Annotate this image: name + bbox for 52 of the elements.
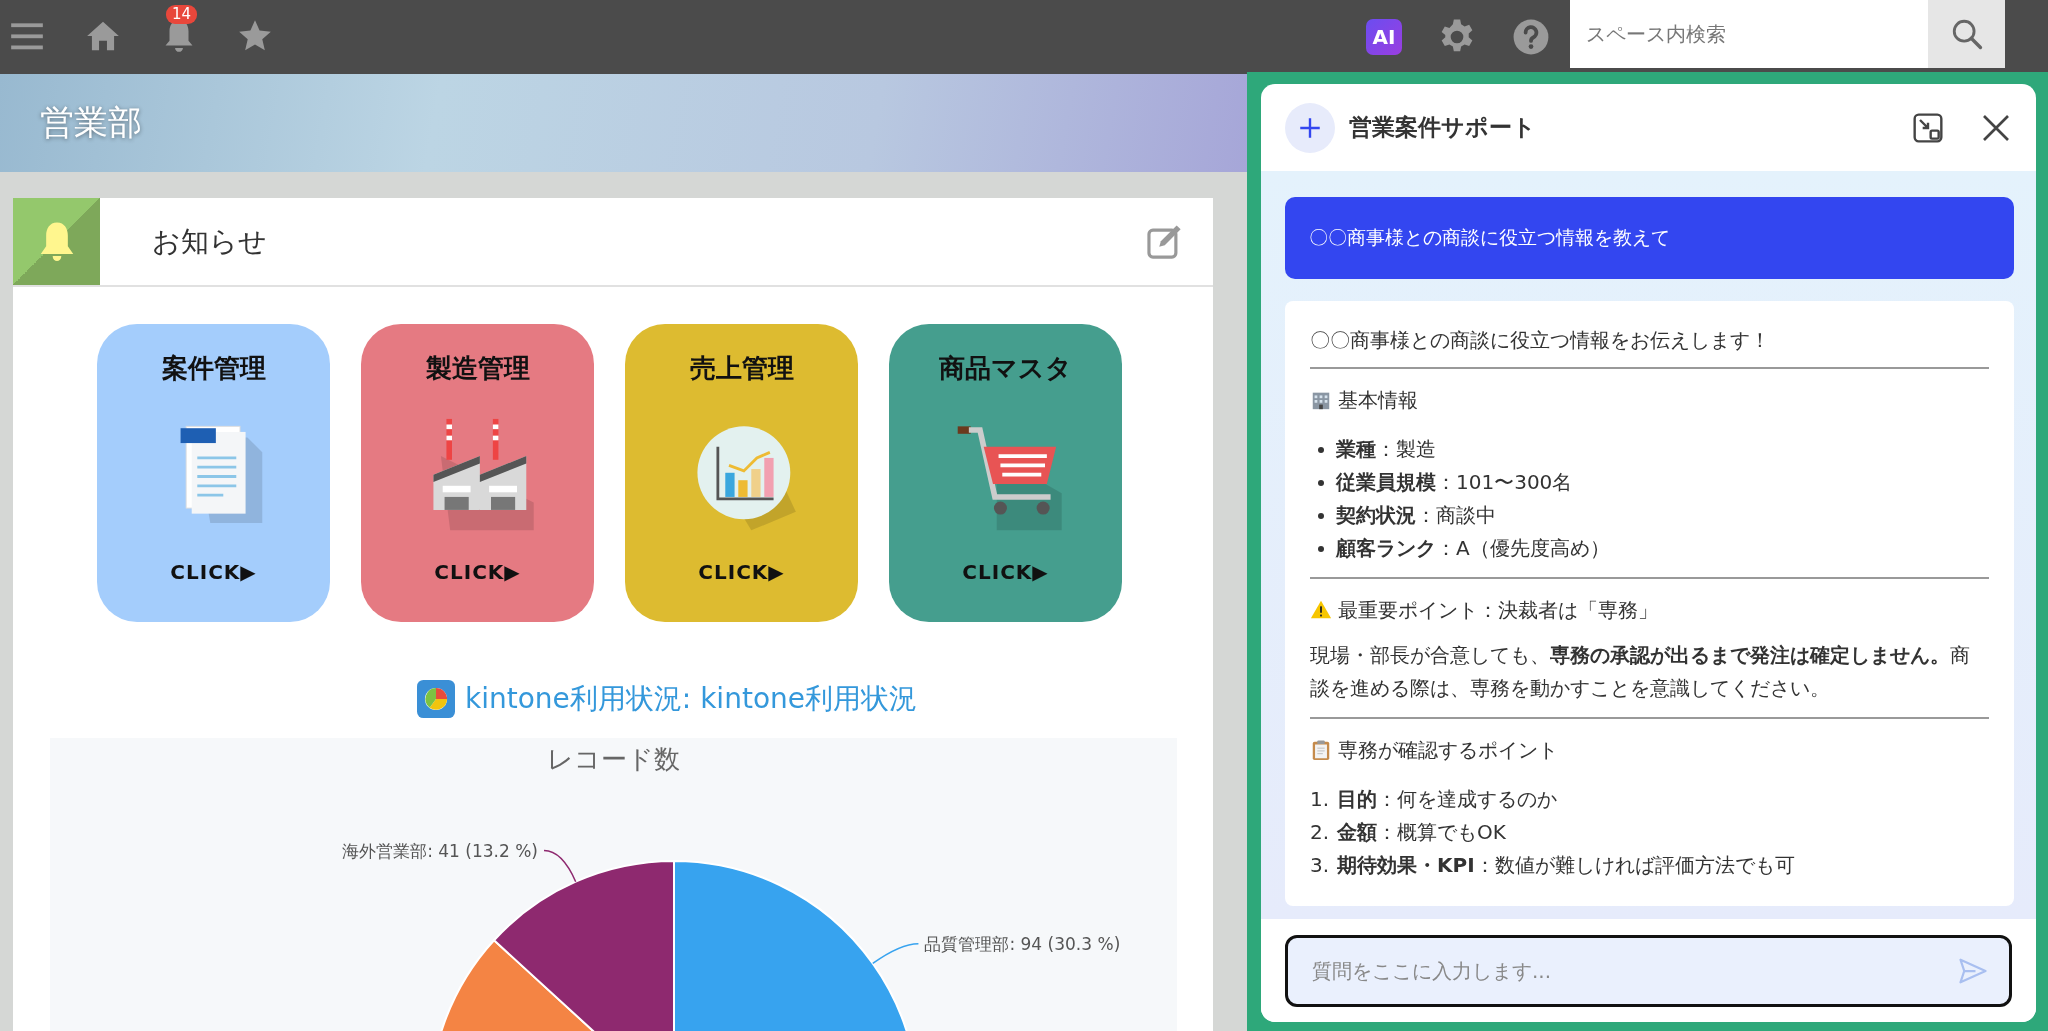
list-number: 3. [1310,852,1330,879]
tile-action: CLICK▶ [170,560,257,584]
question-field[interactable]: 質問をここに入力します... [1285,934,2012,1007]
panel-title: 営業案件サポート [1349,113,1537,142]
data-label: 品質管理部: 94 (30.3 %) [924,933,1121,954]
data-label: 海外営業部: 41 (13.2 %) [342,840,538,861]
tile-title: 商品マスタ [939,352,1072,385]
list-number: 2. [1310,819,1330,846]
tile-title: 売上管理 [689,352,794,385]
tile-action: CLICK▶ [962,560,1049,584]
user-message: 〇〇商事様との商談に役立つ情報を教えて [1285,197,2014,279]
leader-line [543,849,577,883]
search-field[interactable]: スペース内検索 [1570,0,1928,68]
section-heading: 専務が確認するポイント [1338,737,1558,764]
notice-title: お知らせ [152,223,268,260]
list-item-text: 従業員規模：101〜300名 [1336,469,1573,496]
ai-button[interactable]: AI [1366,19,1402,55]
section-heading: 基本情報 [1338,387,1418,414]
list-item-text: 顧客ランク：A（優先度高め） [1336,535,1610,562]
list-number: 1. [1310,786,1330,813]
tile-title: 製造管理 [425,352,530,385]
tile-action: CLICK▶ [698,560,785,584]
message-paragraph: 現場・部長が合意しても、専務の承認が出るまで発注は確定しません。商談を進める際は、専務を動かすことを意識してください。 [1310,642,1971,702]
list-item-text: 業種：製造 [1336,436,1436,463]
app-tile[interactable]: 商品マスタ CLICK▶ [889,324,1122,622]
bullet-icon [1318,446,1324,453]
bullet-icon [1318,479,1324,486]
section-heading: 最重要ポイント：決裁者は「専務」 [1338,597,1658,624]
bullet-icon [1318,545,1324,552]
new-chat-button[interactable] [1285,102,1335,153]
search-button[interactable] [1928,0,2005,68]
list-item-text: 期待効果・KPI：数値が難しければ評価方法でも可 [1337,852,1795,879]
space-title: 営業部 [39,101,142,144]
pie-chart-icon [417,680,455,718]
bullet-icon [1318,512,1324,519]
app-tile[interactable]: 売上管理 CLICK▶ [625,324,858,622]
warning-icon [1310,599,1332,621]
notification-badge: 14 [166,5,198,24]
app-tile[interactable]: 製造管理 CLICK▶ [361,324,594,622]
message-text: 〇〇商事様との商談に役立つ情報をお伝えします！ [1310,327,1771,354]
chart-title: レコード数 [546,744,680,774]
help-icon[interactable] [1512,18,1550,56]
list-item-text: 金額：概算でもOK [1337,819,1506,846]
tile-action: CLICK▶ [434,560,521,584]
clipboard-icon [1310,739,1332,761]
list-item-text: 目的：何を達成するのか [1337,786,1558,813]
bell-icon [13,198,100,285]
list-item-text: 契約状況：商談中 [1336,502,1496,529]
app-tile[interactable]: 案件管理 CLICK▶ [97,324,330,622]
leader-line [872,942,920,965]
tile-title: 案件管理 [161,352,266,385]
minimize-icon[interactable] [1912,111,1944,144]
